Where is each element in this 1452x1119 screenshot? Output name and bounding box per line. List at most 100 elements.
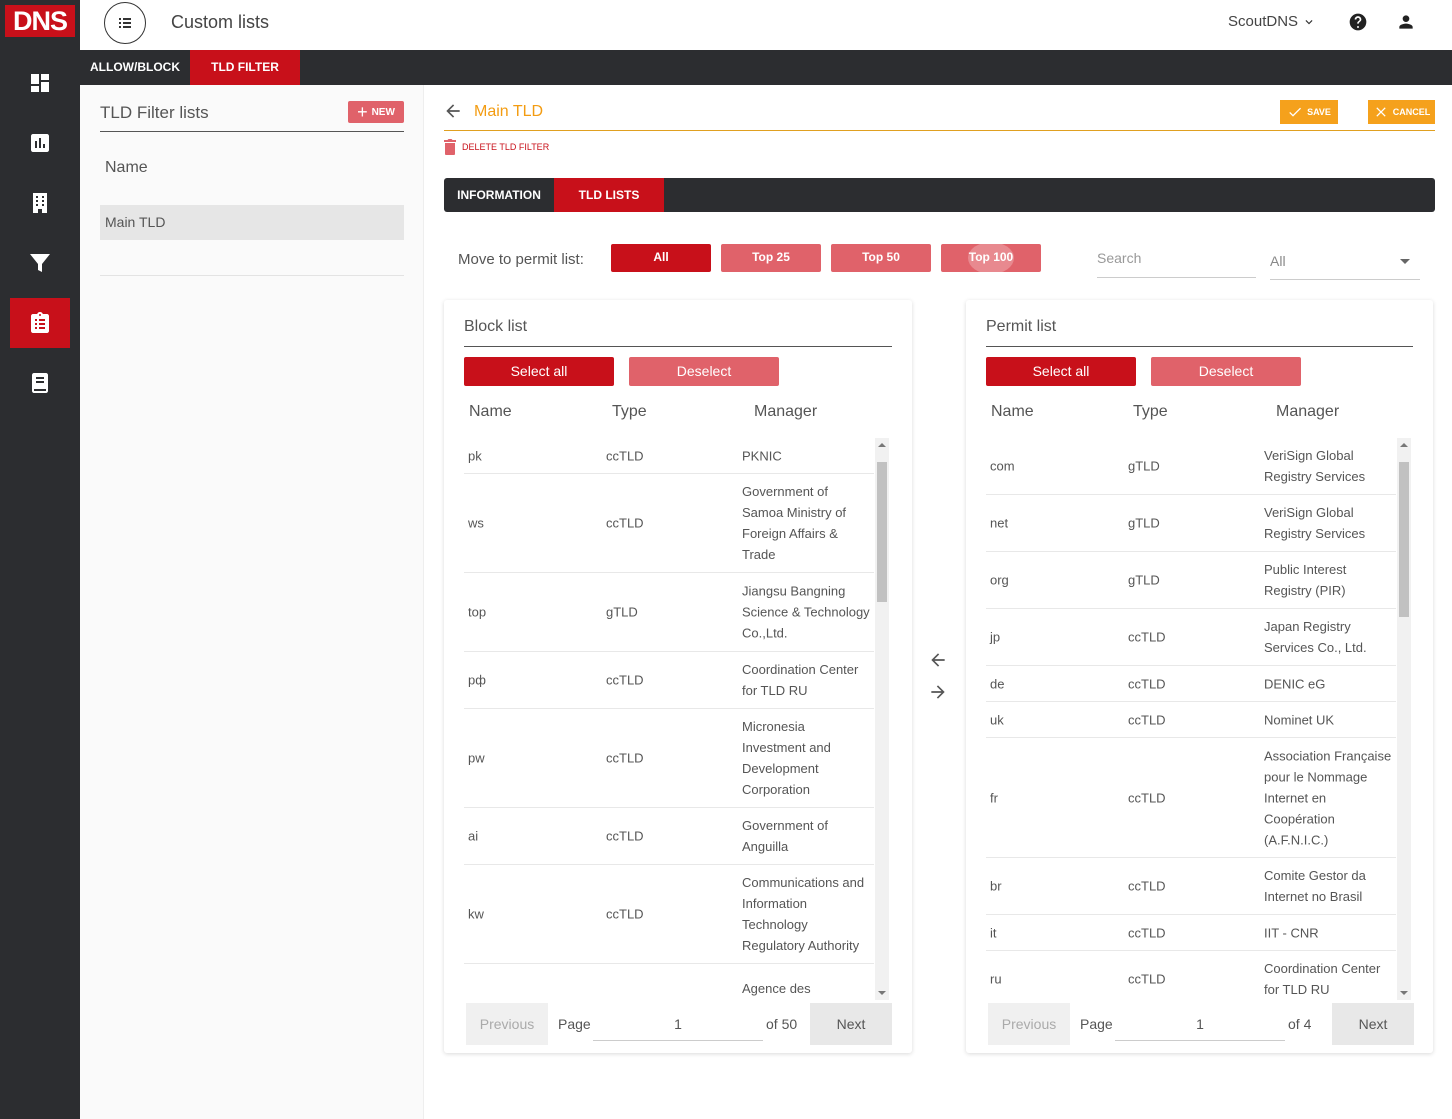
table-row[interactable]: jp ccTLD Japan Registry Services Co., Ltd. (986, 609, 1396, 666)
table-row[interactable]: com gTLD VeriSign Global Registry Services (986, 438, 1396, 495)
table-row[interactable]: it ccTLD IIT - CNR (986, 915, 1396, 951)
menu-button[interactable] (104, 2, 146, 44)
list-menu-icon (119, 18, 131, 28)
move-top-50-button[interactable]: Top 50 (831, 244, 931, 272)
table-row[interactable]: org gTLD Public Interest Registry (PIR) (986, 552, 1396, 609)
tld-type: ccTLD (606, 515, 644, 531)
table-row[interactable]: kw ccTLD Communications and Information Te… (464, 865, 874, 964)
cancel-button[interactable]: CANCEL (1368, 100, 1435, 124)
save-button[interactable]: SAVE (1280, 100, 1338, 124)
move-top-100-button[interactable]: Top 100 (941, 242, 1041, 274)
delete-filter-link[interactable]: DELETE TLD FILTER (444, 139, 549, 155)
permit-deselect-button[interactable]: Deselect (1151, 357, 1301, 386)
table-row[interactable]: ru ccTLD Coordination Center for TLD RU (986, 951, 1396, 1000)
sidebar-item-dashboard[interactable] (10, 58, 70, 108)
sidebar-item-docs[interactable] (10, 358, 70, 408)
tld-manager: Coordination Center for TLD RU (742, 662, 859, 698)
filter-icon (30, 254, 50, 272)
tld-name: top (468, 604, 487, 620)
list-item-main-tld[interactable]: Main TLD (100, 205, 404, 240)
block-list-card: Block list Select all Deselect Name Type… (444, 300, 912, 1053)
table-row[interactable]: pk ccTLD PKNIC (464, 438, 874, 474)
tld-manager: Government of Samoa Ministry of Foreign … (742, 484, 847, 562)
dashboard-icon (31, 74, 49, 92)
move-to-permit-label: Move to permit list: (458, 251, 584, 268)
scroll-up-icon[interactable] (878, 443, 886, 447)
block-list-table: pk ccTLD PKNIC ws ccTLD Government of Samoa M… (464, 438, 874, 1000)
tld-name: br (990, 878, 1002, 894)
next-button[interactable]: Next (1332, 1003, 1414, 1045)
top-bar: Custom lists ScoutDNS (80, 0, 1452, 50)
table-row[interactable]: br ccTLD Comite Gestor da Internet no Bras… (986, 858, 1396, 915)
new-button[interactable]: + NEW (348, 101, 404, 123)
scroll-up-icon[interactable] (1400, 443, 1408, 447)
permit-list-title: Permit list (986, 318, 1057, 335)
scroll-down-icon[interactable] (1400, 991, 1408, 995)
type-select[interactable]: All (1270, 248, 1420, 280)
move-to-block-button[interactable] (928, 650, 948, 670)
block-list-scrollbar[interactable] (875, 438, 889, 1000)
tab-tld-lists[interactable]: TLD LISTS (554, 178, 664, 212)
arrow-left-icon (931, 653, 945, 667)
tld-type: ccTLD (606, 750, 644, 766)
table-row[interactable]: pw ccTLD Micronesia Investment and Develop… (464, 709, 874, 808)
table-row[interactable]: ai ccTLD Government of Anguilla (464, 808, 874, 865)
search-input[interactable]: Search (1097, 248, 1256, 278)
tld-name: org (990, 572, 1009, 588)
help-icon[interactable] (1348, 12, 1368, 32)
table-row[interactable]: uk ccTLD Nominet UK (986, 702, 1396, 738)
tld-type: ccTLD (1128, 878, 1166, 894)
name-column-header: Name (105, 159, 148, 176)
tab-tld-filter[interactable]: TLD FILTER (190, 50, 300, 85)
table-row[interactable]: ws ccTLD Government of Samoa Ministry of F… (464, 474, 874, 573)
previous-button[interactable]: Previous (988, 1003, 1070, 1045)
sidebar-item-filters[interactable] (10, 238, 70, 288)
sidebar-item-sites[interactable] (10, 178, 70, 228)
sidebar-item-custom-lists[interactable] (10, 298, 70, 348)
permit-list-scrollbar[interactable] (1397, 438, 1411, 1000)
check-icon (1289, 107, 1302, 117)
sidebar-item-reports[interactable] (10, 118, 70, 168)
tld-type: ccTLD (606, 828, 644, 844)
tld-type: ccTLD (606, 672, 644, 688)
tld-manager: VeriSign Global Registry Services (1264, 448, 1366, 484)
column-header-name: Name (991, 403, 1034, 420)
block-deselect-button[interactable]: Deselect (629, 357, 779, 386)
tab-information[interactable]: INFORMATION (444, 178, 554, 212)
editor-tabs: INFORMATION TLD LISTS (444, 178, 1435, 212)
divider (464, 346, 892, 347)
previous-button[interactable]: Previous (466, 1003, 548, 1045)
table-row[interactable]: fr ccTLD Association Française pour le Nom… (986, 738, 1396, 858)
plus-icon: + (357, 102, 368, 122)
scroll-down-icon[interactable] (878, 991, 886, 995)
tld-manager: Comite Gestor da Internet no Brasil (1264, 868, 1366, 904)
page-input[interactable]: 1 (593, 1007, 763, 1041)
move-top-25-button[interactable]: Top 25 (721, 244, 821, 272)
table-row[interactable]: рф ccTLD Coordination Center for TLD RU (464, 652, 874, 709)
reports-icon (31, 134, 49, 152)
chevron-down-icon (1305, 19, 1313, 24)
permit-list-table: com gTLD VeriSign Global Registry Services… (986, 438, 1396, 1000)
scroll-thumb[interactable] (877, 461, 887, 602)
back-button[interactable] (443, 101, 463, 121)
account-menu[interactable]: ScoutDNS (1228, 13, 1316, 30)
book-icon (32, 373, 48, 393)
tld-name: it (990, 925, 997, 940)
page-input[interactable]: 1 (1115, 1007, 1285, 1041)
tld-manager: Micronesia Investment and Development Co… (742, 719, 831, 797)
tab-allow-block[interactable]: ALLOW/BLOCK (80, 50, 190, 85)
move-all-button[interactable]: All (611, 244, 711, 272)
table-row[interactable]: top gTLD Jiangsu Bangning Science & Techno… (464, 573, 874, 652)
table-row[interactable]: Agence des Technologies de (464, 964, 874, 1000)
move-to-permit-button[interactable] (928, 682, 948, 702)
column-header-manager: Manager (754, 403, 818, 420)
user-icon[interactable] (1396, 12, 1416, 32)
table-row[interactable]: de ccTLD DENIC eG (986, 666, 1396, 702)
block-select-all-button[interactable]: Select all (464, 357, 614, 386)
scroll-thumb[interactable] (1399, 461, 1409, 617)
permit-select-all-button[interactable]: Select all (986, 357, 1136, 386)
tld-type: ccTLD (1128, 925, 1166, 940)
table-row[interactable]: net gTLD VeriSign Global Registry Services (986, 495, 1396, 552)
next-button[interactable]: Next (810, 1003, 892, 1045)
close-icon (1376, 107, 1386, 117)
